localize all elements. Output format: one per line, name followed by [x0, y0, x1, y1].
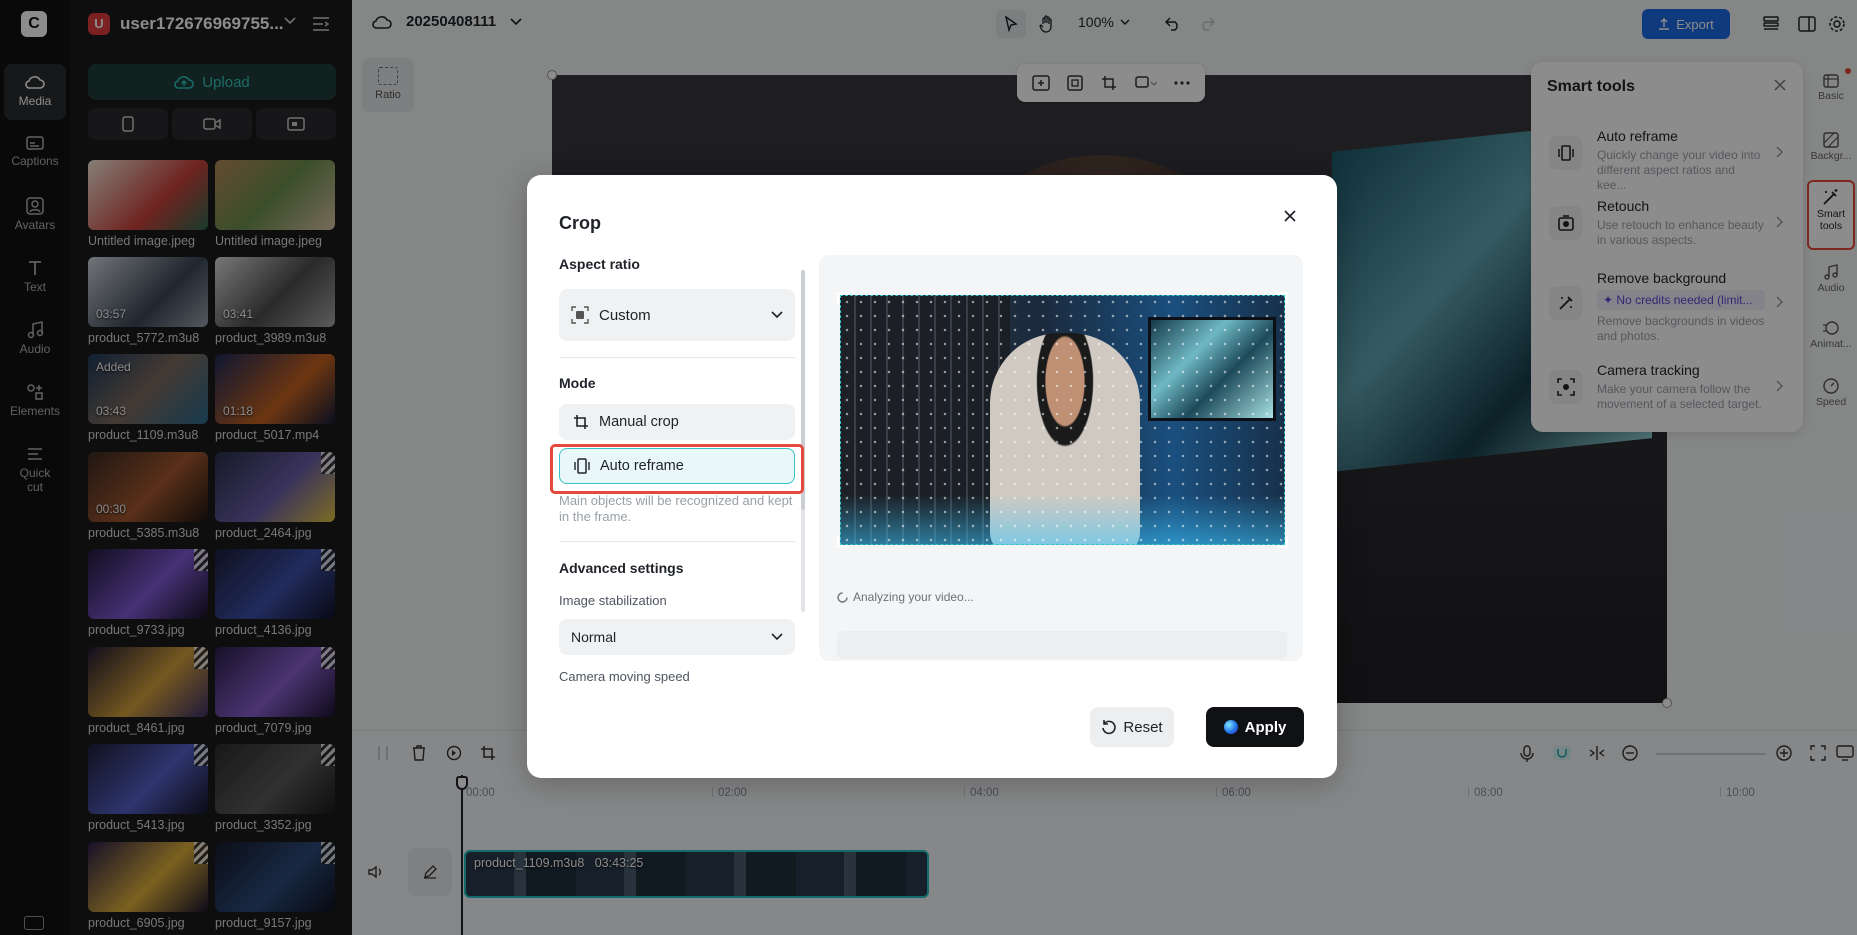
crop-corner-handle[interactable]: [837, 292, 849, 304]
image-stabilization-select[interactable]: Normal: [559, 619, 795, 655]
chevron-down-icon: [771, 633, 783, 641]
analyzing-status: Analyzing your video...: [837, 590, 974, 604]
dialog-title: Crop: [559, 213, 601, 233]
analysis-progress: [837, 631, 1287, 659]
camera-speed-label: Camera moving speed: [559, 669, 690, 684]
ai-credit-icon: [1223, 720, 1238, 734]
close-icon[interactable]: [1283, 209, 1297, 223]
crop-icon: [574, 415, 588, 429]
crop-corner-handle[interactable]: [1276, 536, 1288, 548]
mode-heading: Mode: [559, 375, 596, 391]
aspect-ratio-select[interactable]: Custom: [559, 289, 795, 341]
divider: [559, 541, 795, 542]
apply-button[interactable]: Apply: [1206, 707, 1304, 747]
advanced-settings-heading: Advanced settings: [559, 560, 684, 576]
auto-reframe-highlight: [550, 444, 804, 494]
crop-frame[interactable]: [840, 295, 1285, 545]
aspect-ratio-value: Custom: [599, 306, 651, 324]
manual-crop-button[interactable]: Manual crop: [559, 404, 795, 440]
reset-label: Reset: [1123, 718, 1163, 736]
image-stabilization-value: Normal: [571, 629, 617, 645]
image-stabilization-label: Image stabilization: [559, 593, 667, 608]
apply-label: Apply: [1244, 718, 1287, 736]
crop-corner-handle[interactable]: [837, 536, 849, 548]
aspect-ratio-heading: Aspect ratio: [559, 256, 640, 272]
analyzing-text: Analyzing your video...: [853, 590, 974, 604]
crop-corner-handle[interactable]: [1276, 292, 1288, 304]
manual-crop-label: Manual crop: [599, 414, 679, 430]
reset-button[interactable]: Reset: [1090, 707, 1174, 747]
reset-icon: [1102, 720, 1117, 735]
divider: [559, 357, 795, 358]
aspect-ratio-icon: [571, 306, 589, 324]
settings-scrollbar[interactable]: [801, 270, 805, 612]
spinner-icon: [837, 591, 848, 603]
chevron-down-icon: [771, 311, 783, 319]
auto-reframe-hint: Main objects will be recognized and kept…: [559, 493, 793, 524]
